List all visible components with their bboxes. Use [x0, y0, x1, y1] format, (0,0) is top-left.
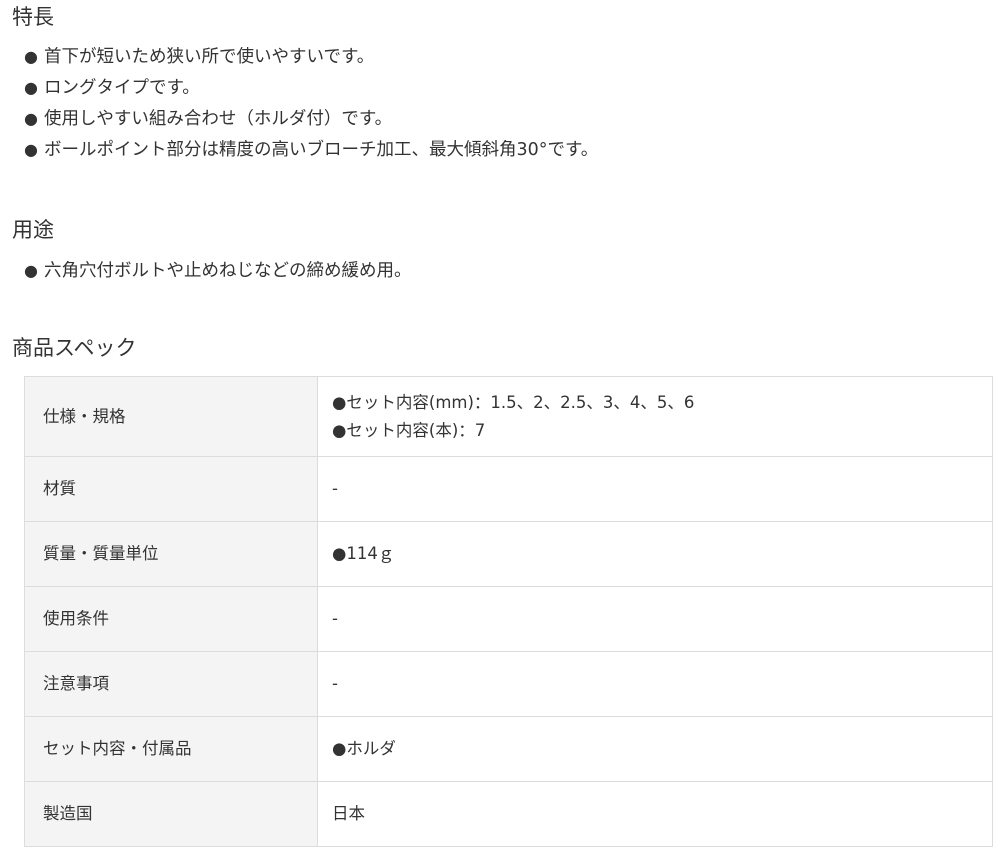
table-row: 使用条件 -	[24, 586, 993, 652]
table-row: セット内容・付属品 ●ホルダ	[24, 716, 993, 782]
spec-value: 日本	[317, 781, 993, 847]
bullet-icon: ●	[24, 78, 38, 97]
spec-value-line: ●セット内容(本)：7	[332, 420, 486, 440]
spec-label: 質量・質量単位	[24, 521, 318, 587]
spec-table: 仕様・規格 ●セット内容(mm)：1.5、2、2.5、3、4、5、6 ●セット内…	[24, 376, 993, 847]
list-item: ● ロングタイプです。	[24, 75, 598, 106]
list-item: ● 使用しやすい組み合わせ（ホルダ付）です。	[24, 106, 598, 137]
spec-value: ●セット内容(mm)：1.5、2、2.5、3、4、5、6 ●セット内容(本)：7	[317, 376, 993, 457]
bullet-icon: ●	[24, 261, 38, 280]
spec-value: -	[317, 586, 993, 652]
uses-heading: 用途	[12, 218, 54, 242]
spec-value: ●ホルダ	[317, 716, 993, 782]
uses-list: ● 六角穴付ボルトや止めねじなどの締め緩め用。	[24, 258, 412, 289]
feature-text: ロングタイプです。	[44, 78, 200, 98]
table-row: 製造国 日本	[24, 781, 993, 847]
spec-value: ●114ｇ	[317, 521, 993, 587]
use-text: 六角穴付ボルトや止めねじなどの締め緩め用。	[44, 261, 412, 281]
feature-text: 使用しやすい組み合わせ（ホルダ付）です。	[44, 109, 393, 129]
spec-label: 材質	[24, 456, 318, 522]
bullet-icon: ●	[24, 109, 38, 128]
spec-label: 注意事項	[24, 651, 318, 717]
spec-label: 使用条件	[24, 586, 318, 652]
list-item: ● 首下が短いため狭い所で使いやすいです。	[24, 44, 598, 75]
spec-value-line: ●セット内容(mm)：1.5、2、2.5、3、4、5、6	[332, 392, 695, 412]
spec-value: -	[317, 651, 993, 717]
spec-value: -	[317, 456, 993, 522]
table-row: 仕様・規格 ●セット内容(mm)：1.5、2、2.5、3、4、5、6 ●セット内…	[24, 376, 993, 457]
spec-label: 製造国	[24, 781, 318, 847]
spec-label: 仕様・規格	[24, 376, 318, 457]
feature-text: ボールポイント部分は精度の高いブローチ加工、最大傾斜角30°です。	[44, 140, 599, 160]
table-row: 質量・質量単位 ●114ｇ	[24, 521, 993, 587]
spec-label: セット内容・付属品	[24, 716, 318, 782]
features-heading: 特長	[12, 5, 54, 29]
product-detail-page: 特長 ● 首下が短いため狭い所で使いやすいです。 ● ロングタイプです。 ● 使用しや…	[0, 0, 1002, 859]
list-item: ● ボールポイント部分は精度の高いブローチ加工、最大傾斜角30°です。	[24, 137, 598, 168]
bullet-icon: ●	[24, 140, 38, 159]
spec-heading: 商品スペック	[12, 336, 137, 360]
features-list: ● 首下が短いため狭い所で使いやすいです。 ● ロングタイプです。 ● 使用しやすい組…	[24, 44, 598, 168]
table-row: 材質 -	[24, 456, 993, 522]
table-row: 注意事項 -	[24, 651, 993, 717]
bullet-icon: ●	[24, 47, 38, 66]
list-item: ● 六角穴付ボルトや止めねじなどの締め緩め用。	[24, 258, 412, 289]
feature-text: 首下が短いため狭い所で使いやすいです。	[44, 47, 375, 67]
